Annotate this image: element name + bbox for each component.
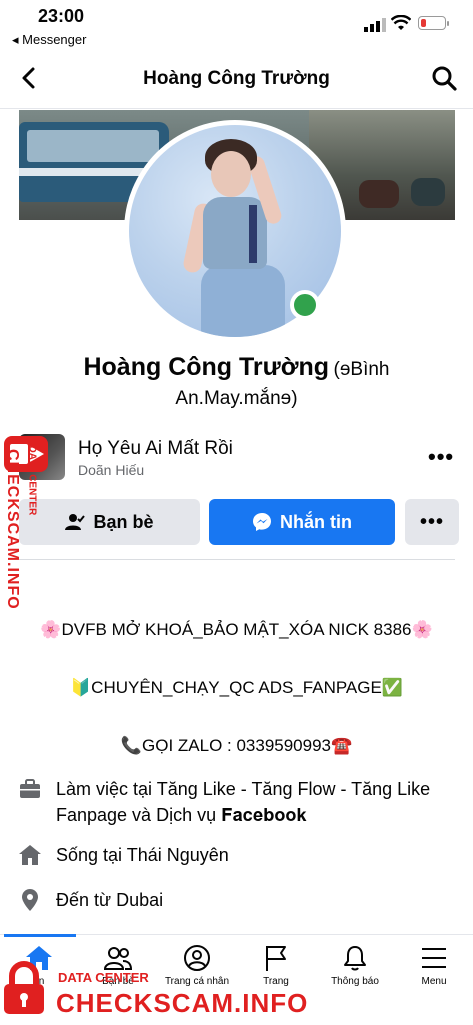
bio-line: 🌸DVFB MỞ KHOÁ_BẢO MẬT_XÓA NICK 8386🌸 [40,620,433,639]
signal-icon [364,18,386,32]
tab-menu[interactable]: Menu [395,944,473,987]
avatar-figure [203,197,267,269]
friend-check-icon [65,514,86,530]
flag-icon [266,946,286,971]
from-place[interactable]: Dubai [116,890,163,910]
avatar-figure [211,151,251,197]
lives-in-detail: Sống tại Thái Nguyên [56,842,229,868]
profile-name: Hoàng Công Trường (ɘBình [20,352,453,386]
watermark-bottom-subtitle: DATA CENTER [58,970,149,985]
bio-line: 📞GỌI ZALO : 0339590993☎️ [120,736,353,755]
music-artist: Doãn Hiếu [78,462,145,478]
lives-place[interactable]: Thái Nguyên [127,845,229,865]
avatar-figure [249,205,257,263]
profile-name-main: Hoàng Công Trường [83,353,330,381]
friends-button[interactable]: Bạn bè [19,499,200,545]
cover-motorbike [359,180,399,208]
watermark-side-text: CHECKSCAM.INFO [4,449,21,610]
cover-motorbike [411,178,445,206]
bell-icon [344,946,366,971]
active-tab-indicator [4,934,76,937]
battery-icon [418,16,449,30]
online-status-dot [290,290,320,320]
bio-line: 🔰CHUYÊN_CHẠY_QC ADS_FANPAGE✅ [70,678,403,697]
tab-profile[interactable]: Trang cá nhân [158,944,236,987]
music-more-button[interactable]: ••• [428,444,454,470]
back-to-messenger-link[interactable]: ◂ Messenger [12,32,86,48]
home-icon [19,845,41,865]
lives-prefix: Sống tại [56,845,127,865]
watermark-bottom-text: CHECKSCAM.INFO [56,988,309,1018]
cover-bus-window [27,130,159,162]
more-options-button[interactable]: ••• [405,499,459,545]
search-icon[interactable] [430,64,458,92]
tab-label: Trang cá nhân [164,976,230,987]
from-prefix: Đến từ [56,890,117,910]
friends-button-label: Bạn bè [93,511,154,532]
work-detail: Làm việc tại Tăng Like - Tăng Flow - Tăn… [56,776,436,828]
tab-label: Menu [421,976,447,987]
menu-icon [422,948,446,968]
header-divider [0,108,473,109]
message-button-label: Nhắn tin [280,511,352,532]
tab-label: Trang [263,976,289,987]
profile-alt-name: (ɘBình [333,359,390,380]
work-prefix: Làm việc tại [56,779,157,799]
tab-notifications[interactable]: Thông báo [316,944,394,987]
profile-alt-name-line2: An.May.mắnɘ) [175,388,298,409]
status-time: 23:00 [38,6,85,26]
profile-icon [184,945,210,971]
section-divider [19,559,455,560]
messenger-icon [253,513,271,531]
tab-label: Thông báo [331,976,379,987]
music-title[interactable]: Họ Yêu Ai Mất Rồi [78,438,233,460]
lock-icon [4,961,44,1014]
message-button[interactable]: Nhắn tin [209,499,395,545]
wifi-icon [391,15,411,30]
location-pin-icon [22,889,38,911]
watermark-side-subtitle: DATA CENTER [26,445,38,516]
friends-icon [103,947,133,970]
briefcase-icon [20,779,40,798]
avatar-figure [201,265,285,337]
from-detail: Đến từ Dubai [56,887,163,913]
page-title: Hoàng Công Trường [143,68,330,89]
tab-pages[interactable]: Trang [237,944,315,987]
